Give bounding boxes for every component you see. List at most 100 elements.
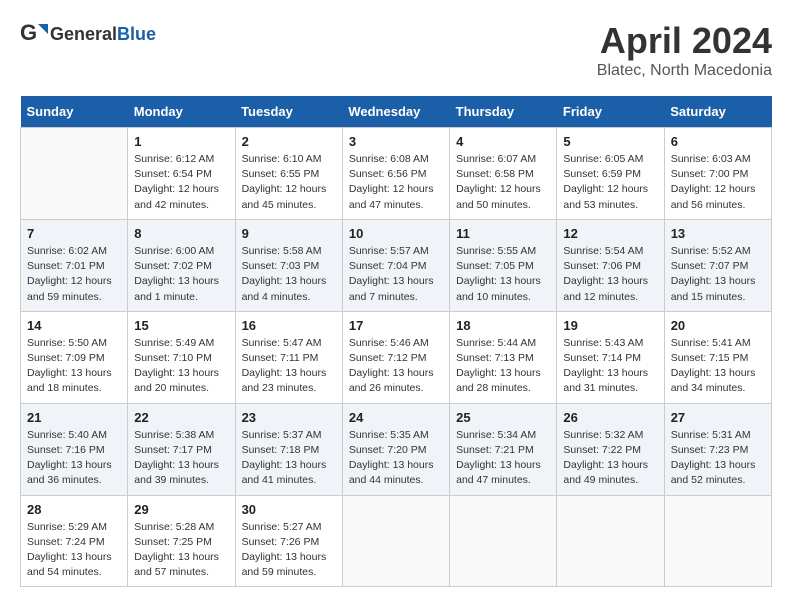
day-number: 8	[134, 226, 228, 241]
calendar-cell: 26 Sunrise: 5:32 AMSunset: 7:22 PMDayligh…	[557, 403, 664, 495]
day-info: Sunrise: 5:47 AMSunset: 7:11 PMDaylight:…	[242, 336, 336, 397]
weekday-header-wednesday: Wednesday	[342, 96, 449, 128]
calendar-cell: 4 Sunrise: 6:07 AMSunset: 6:58 PMDaylight…	[450, 128, 557, 220]
calendar-cell: 5Sunrise: 6:05 AMSunset: 6:59 PMDaylight…	[557, 128, 664, 220]
day-info: Sunrise: 5:43 AMSunset: 7:14 PMDaylight:…	[563, 336, 657, 397]
day-number: 28	[27, 502, 121, 517]
day-info: Sunrise: 5:35 AMSunset: 7:20 PMDaylight:…	[349, 428, 443, 489]
calendar-cell: 22 Sunrise: 5:38 AMSunset: 7:17 PMDayligh…	[128, 403, 235, 495]
location-subtitle: Blatec, North Macedonia	[597, 62, 772, 80]
day-number: 13	[671, 226, 765, 241]
calendar-cell	[342, 495, 449, 587]
calendar-cell	[21, 128, 128, 220]
day-number: 22	[134, 410, 228, 425]
calendar-cell: 10 Sunrise: 5:57 AMSunset: 7:04 PMDayligh…	[342, 219, 449, 311]
day-info: Sunrise: 5:34 AMSunset: 7:21 PMDaylight:…	[456, 428, 550, 489]
day-info: Sunrise: 5:32 AMSunset: 7:22 PMDaylight:…	[563, 428, 657, 489]
calendar-week-row: 7Sunrise: 6:02 AMSunset: 7:01 PMDaylight…	[21, 219, 772, 311]
day-number: 14	[27, 318, 121, 333]
day-number: 9	[242, 226, 336, 241]
title-area: April 2024 Blatec, North Macedonia	[597, 20, 772, 80]
day-info: Sunrise: 6:02 AMSunset: 7:01 PMDaylight:…	[27, 244, 121, 305]
calendar-cell	[450, 495, 557, 587]
svg-text:G: G	[20, 20, 37, 45]
day-number: 17	[349, 318, 443, 333]
calendar-cell: 27Sunrise: 5:31 AMSunset: 7:23 PMDayligh…	[664, 403, 771, 495]
logo-general-text: General	[50, 24, 117, 44]
day-number: 2	[242, 134, 336, 149]
calendar-cell: 9 Sunrise: 5:58 AMSunset: 7:03 PMDaylight…	[235, 219, 342, 311]
day-info: Sunrise: 6:08 AMSunset: 6:56 PMDaylight:…	[349, 152, 443, 213]
logo-icon: G	[20, 20, 48, 48]
calendar-cell	[664, 495, 771, 587]
day-number: 21	[27, 410, 121, 425]
day-info: Sunrise: 6:10 AMSunset: 6:55 PMDaylight:…	[242, 152, 336, 213]
calendar-cell: 23 Sunrise: 5:37 AMSunset: 7:18 PMDayligh…	[235, 403, 342, 495]
calendar-cell	[557, 495, 664, 587]
day-number: 10	[349, 226, 443, 241]
day-number: 12	[563, 226, 657, 241]
day-number: 26	[563, 410, 657, 425]
calendar-body: 1Sunrise: 6:12 AMSunset: 6:54 PMDaylight…	[21, 128, 772, 587]
weekday-header-tuesday: Tuesday	[235, 96, 342, 128]
day-number: 11	[456, 226, 550, 241]
day-info: Sunrise: 5:49 AMSunset: 7:10 PMDaylight:…	[134, 336, 228, 397]
calendar-cell: 21 Sunrise: 5:40 AMSunset: 7:16 PMDayligh…	[21, 403, 128, 495]
calendar-cell: 6 Sunrise: 6:03 AMSunset: 7:00 PMDaylight…	[664, 128, 771, 220]
calendar-cell: 3Sunrise: 6:08 AMSunset: 6:56 PMDaylight…	[342, 128, 449, 220]
day-number: 30	[242, 502, 336, 517]
month-title: April 2024	[597, 20, 772, 62]
calendar-cell: 29 Sunrise: 5:28 AMSunset: 7:25 PMDayligh…	[128, 495, 235, 587]
day-info: Sunrise: 5:28 AMSunset: 7:25 PMDaylight:…	[134, 520, 228, 581]
day-number: 6	[671, 134, 765, 149]
day-info: Sunrise: 5:54 AMSunset: 7:06 PMDaylight:…	[563, 244, 657, 305]
calendar-cell: 16 Sunrise: 5:47 AMSunset: 7:11 PMDayligh…	[235, 311, 342, 403]
day-number: 23	[242, 410, 336, 425]
weekday-header-saturday: Saturday	[664, 96, 771, 128]
calendar-table: SundayMondayTuesdayWednesdayThursdayFrid…	[20, 96, 772, 587]
day-number: 16	[242, 318, 336, 333]
calendar-week-row: 1Sunrise: 6:12 AMSunset: 6:54 PMDaylight…	[21, 128, 772, 220]
calendar-cell: 28 Sunrise: 5:29 AMSunset: 7:24 PMDayligh…	[21, 495, 128, 587]
day-info: Sunrise: 6:07 AMSunset: 6:58 PMDaylight:…	[456, 152, 550, 213]
day-number: 18	[456, 318, 550, 333]
calendar-cell: 2 Sunrise: 6:10 AMSunset: 6:55 PMDaylight…	[235, 128, 342, 220]
calendar-cell: 18 Sunrise: 5:44 AMSunset: 7:13 PMDayligh…	[450, 311, 557, 403]
day-number: 24	[349, 410, 443, 425]
calendar-week-row: 21 Sunrise: 5:40 AMSunset: 7:16 PMDayligh…	[21, 403, 772, 495]
logo: G GeneralBlue	[20, 20, 156, 48]
calendar-cell: 25 Sunrise: 5:34 AMSunset: 7:21 PMDayligh…	[450, 403, 557, 495]
calendar-cell: 8Sunrise: 6:00 AMSunset: 7:02 PMDaylight…	[128, 219, 235, 311]
calendar-week-row: 14 Sunrise: 5:50 AMSunset: 7:09 PMDayligh…	[21, 311, 772, 403]
day-info: Sunrise: 6:05 AMSunset: 6:59 PMDaylight:…	[563, 152, 657, 213]
calendar-cell: 1Sunrise: 6:12 AMSunset: 6:54 PMDaylight…	[128, 128, 235, 220]
weekday-header-row: SundayMondayTuesdayWednesdayThursdayFrid…	[21, 96, 772, 128]
day-info: Sunrise: 5:27 AMSunset: 7:26 PMDaylight:…	[242, 520, 336, 581]
day-number: 19	[563, 318, 657, 333]
calendar-cell: 20Sunrise: 5:41 AMSunset: 7:15 PMDayligh…	[664, 311, 771, 403]
day-info: Sunrise: 5:44 AMSunset: 7:13 PMDaylight:…	[456, 336, 550, 397]
calendar-cell: 30 Sunrise: 5:27 AMSunset: 7:26 PMDayligh…	[235, 495, 342, 587]
day-info: Sunrise: 5:58 AMSunset: 7:03 PMDaylight:…	[242, 244, 336, 305]
day-number: 1	[134, 134, 228, 149]
calendar-cell: 15 Sunrise: 5:49 AMSunset: 7:10 PMDayligh…	[128, 311, 235, 403]
calendar-cell: 24 Sunrise: 5:35 AMSunset: 7:20 PMDayligh…	[342, 403, 449, 495]
day-info: Sunrise: 5:55 AMSunset: 7:05 PMDaylight:…	[456, 244, 550, 305]
calendar-header: SundayMondayTuesdayWednesdayThursdayFrid…	[21, 96, 772, 128]
day-number: 4	[456, 134, 550, 149]
day-info: Sunrise: 5:38 AMSunset: 7:17 PMDaylight:…	[134, 428, 228, 489]
day-number: 25	[456, 410, 550, 425]
day-info: Sunrise: 5:40 AMSunset: 7:16 PMDaylight:…	[27, 428, 121, 489]
day-info: Sunrise: 5:57 AMSunset: 7:04 PMDaylight:…	[349, 244, 443, 305]
day-number: 15	[134, 318, 228, 333]
weekday-header-thursday: Thursday	[450, 96, 557, 128]
day-info: Sunrise: 5:29 AMSunset: 7:24 PMDaylight:…	[27, 520, 121, 581]
day-info: Sunrise: 5:52 AMSunset: 7:07 PMDaylight:…	[671, 244, 765, 305]
day-number: 20	[671, 318, 765, 333]
day-info: Sunrise: 5:31 AMSunset: 7:23 PMDaylight:…	[671, 428, 765, 489]
day-info: Sunrise: 5:50 AMSunset: 7:09 PMDaylight:…	[27, 336, 121, 397]
day-info: Sunrise: 5:37 AMSunset: 7:18 PMDaylight:…	[242, 428, 336, 489]
page-header: G GeneralBlue April 2024 Blatec, North M…	[20, 20, 772, 80]
day-info: Sunrise: 6:03 AMSunset: 7:00 PMDaylight:…	[671, 152, 765, 213]
day-number: 29	[134, 502, 228, 517]
